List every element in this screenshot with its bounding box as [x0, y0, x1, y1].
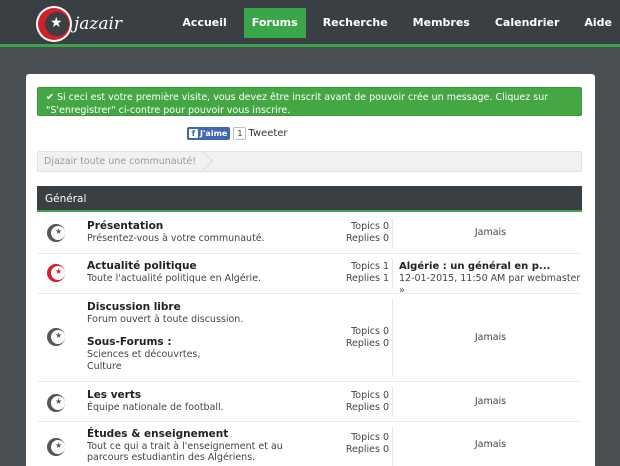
forum-description: Présentez-vous à votre communauté.	[87, 233, 265, 244]
facebook-like-button[interactable]: f J'aime	[187, 127, 231, 140]
forum-title[interactable]: Actualité politique	[87, 260, 197, 272]
facebook-like-count: 1	[233, 127, 247, 140]
last-post-title[interactable]: Algérie : un général en p...	[399, 261, 582, 273]
topics-count: Topics 0	[351, 221, 389, 232]
subforum-link[interactable]: Sciences et découvrtes,	[87, 349, 200, 360]
forum-title[interactable]: Présentation	[87, 220, 163, 232]
crescent-star-icon: ★	[47, 438, 65, 456]
replies-count: Replies 0	[345, 444, 389, 455]
nav-forums[interactable]: Forums	[243, 8, 306, 38]
forum-description: Tout ce qui a trait à l'enseignement et …	[87, 441, 283, 463]
replies-count: Replies 0	[345, 402, 389, 413]
forum-stats: Topics 0 Replies 0	[337, 326, 389, 350]
topics-count: Topics 0	[351, 432, 389, 443]
top-header: ★ jazair Accueil Forums Recherche Membre…	[0, 0, 620, 47]
forum-row-discussion: ★ Discussion libre Forum ouvert à toute …	[37, 294, 582, 382]
nav-recherche[interactable]: Recherche	[315, 8, 396, 38]
crescent-star-icon: ★	[47, 328, 65, 346]
column-divider	[392, 298, 393, 377]
forum-stats: Topics 0 Replies 0	[337, 390, 389, 414]
crescent-star-icon: ★	[47, 224, 65, 242]
site-logo[interactable]: ★ jazair	[36, 6, 122, 42]
forum-row-etudes: ★ Études & enseignement Tout ce qui a tr…	[37, 422, 582, 466]
replies-count: Replies 0	[345, 233, 389, 244]
forum-stats: Topics 1 Replies 1	[337, 261, 389, 285]
breadcrumb-separator	[193, 151, 213, 171]
facebook-icon: f	[189, 129, 198, 138]
welcome-notice: ✔ Si ceci est votre première visite, vous…	[37, 87, 582, 116]
topics-count: Topics 0	[351, 390, 389, 401]
crescent-star-icon: ★	[47, 264, 65, 282]
replies-count: Replies 0	[345, 338, 389, 349]
subforum-link[interactable]: Culture	[87, 361, 122, 372]
nav-accueil[interactable]: Accueil	[174, 8, 234, 38]
topics-count: Topics 1	[351, 261, 389, 272]
forum-stats: Topics 0 Replies 0	[337, 221, 389, 245]
last-post: Algérie : un général en p... 12-01-2015,…	[399, 261, 582, 297]
main-nav: Accueil Forums Recherche Membres Calendr…	[165, 8, 620, 38]
check-icon: ✔	[46, 92, 54, 103]
content-panel: ✔ Si ceci est votre première visite, vous…	[26, 74, 595, 466]
last-post: Jamais	[474, 396, 507, 407]
forum-stats: Topics 0 Replies 0	[337, 432, 389, 456]
crescent-star-icon: ★	[47, 394, 65, 412]
facebook-like-label: J'aime	[200, 129, 228, 138]
column-divider	[392, 258, 393, 289]
breadcrumb: Djazair toute une communauté!	[37, 151, 582, 172]
forum-row-actualite: ★ Actualité politique Toute l'actualité …	[37, 254, 582, 297]
nav-aide[interactable]: Aide	[576, 8, 620, 38]
subforums-label: Sous-Forums :	[87, 336, 172, 348]
logo-text: jazair	[74, 14, 123, 34]
breadcrumb-home[interactable]: Djazair toute une communauté!	[44, 156, 196, 167]
forum-description: Toute l'actualité politique en Algérie.	[87, 273, 262, 284]
last-post: Jamais	[474, 227, 507, 238]
forum-title[interactable]: Les verts	[87, 389, 141, 401]
forum-title[interactable]: Discussion libre	[87, 301, 181, 313]
forum-list: ★ Présentation Présentez-vous à votre co…	[37, 214, 582, 466]
last-post: Jamais	[474, 439, 507, 450]
social-buttons: f J'aime 1 Tweeter	[187, 127, 288, 140]
replies-count: Replies 1	[345, 273, 389, 284]
tweet-button[interactable]: Tweeter	[248, 128, 287, 139]
forum-description: Forum ouvert à toute discussion.	[87, 314, 244, 325]
notice-text: Si ceci est votre première visite, vous …	[46, 92, 549, 116]
last-post-date: 12-01-2015, 11:50 AM	[399, 273, 506, 284]
forum-row-les-verts: ★ Les verts Équipe nationale de football…	[37, 382, 582, 422]
forum-title[interactable]: Études & enseignement	[87, 428, 228, 440]
nav-membres[interactable]: Membres	[405, 8, 478, 38]
forum-row-presentation: ★ Présentation Présentez-vous à votre co…	[37, 214, 582, 254]
topics-count: Topics 0	[351, 326, 389, 337]
crescent-star-logo-icon: ★	[36, 6, 72, 42]
column-divider	[392, 218, 393, 249]
column-divider	[392, 426, 393, 466]
last-post: Jamais	[474, 332, 507, 343]
column-divider	[392, 386, 393, 417]
category-header[interactable]: Général	[37, 186, 582, 212]
nav-calendrier[interactable]: Calendrier	[487, 8, 568, 38]
forum-description: Équipe nationale de football.	[87, 402, 224, 413]
